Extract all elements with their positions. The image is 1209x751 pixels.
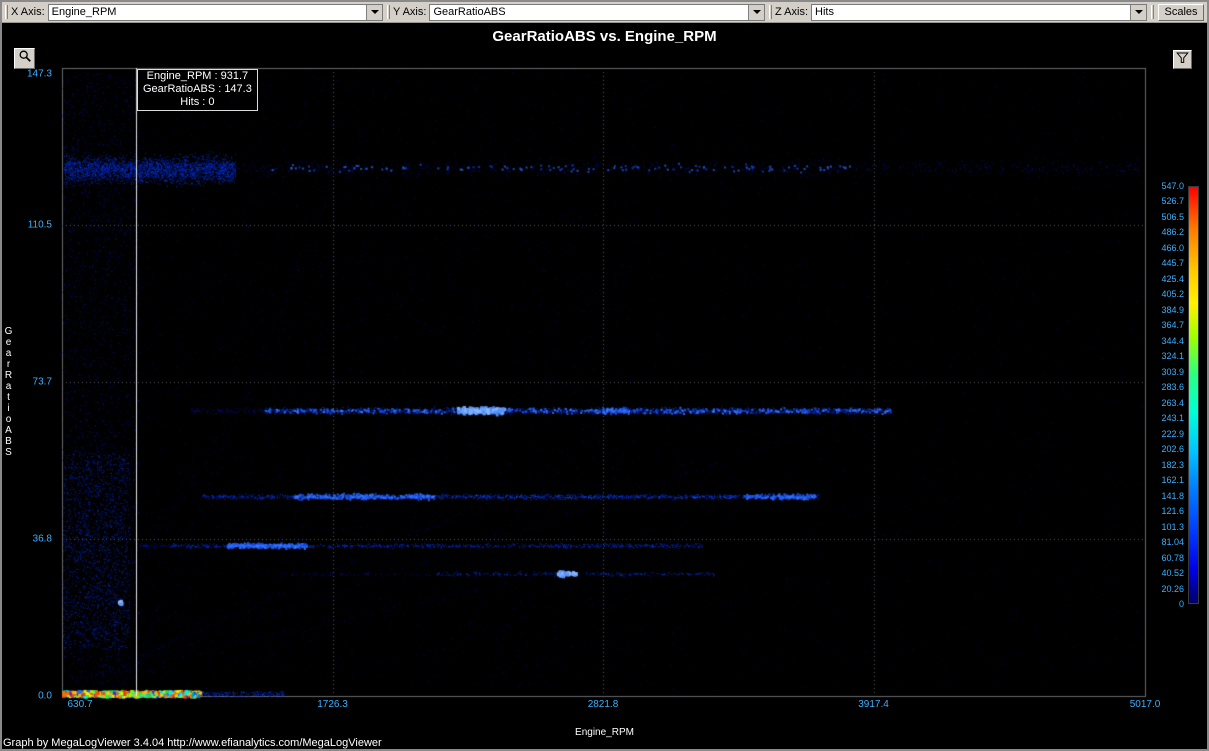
y-axis-select[interactable]: GearRatioABS (429, 4, 765, 21)
magnifier-icon (18, 49, 32, 68)
plot-canvas[interactable] (0, 0, 1209, 751)
chevron-down-icon[interactable] (366, 5, 382, 20)
megalogviewer-window: X Axis: Engine_RPM Y Axis: GearRatioABS … (0, 0, 1209, 751)
y-axis-group: Y Axis: GearRatioABS (387, 4, 765, 21)
zoom-button[interactable] (14, 48, 35, 69)
axis-toolbar: X Axis: Engine_RPM Y Axis: GearRatioABS … (2, 2, 1207, 23)
z-axis-label: Z Axis: (775, 6, 808, 18)
y-axis-value: GearRatioABS (430, 6, 748, 18)
z-axis-select[interactable]: Hits (811, 4, 1147, 21)
scales-button[interactable]: Scales (1158, 4, 1204, 21)
status-bar: Graph by MegaLogViewer 3.4.04 http://www… (3, 737, 382, 749)
tooltip-line: GearRatioABS : 147.3 (143, 83, 252, 96)
toolbar-grip (5, 5, 8, 19)
toolbar-grip (387, 5, 390, 19)
filter-button[interactable] (1173, 50, 1192, 69)
y-axis-label: Y Axis: (393, 6, 426, 18)
x-axis-select[interactable]: Engine_RPM (48, 4, 383, 21)
chart-title: GearRatioABS vs. Engine_RPM (0, 28, 1209, 45)
toolbar-grip (769, 5, 772, 19)
y-axis-title: GearRatioABS (3, 326, 14, 458)
tooltip-line: Hits : 0 (143, 96, 252, 109)
tooltip-line: Engine_RPM : 931.7 (143, 70, 252, 83)
x-axis-group: X Axis: Engine_RPM (5, 4, 383, 21)
colorbar (1188, 186, 1199, 604)
crosshair-tooltip: Engine_RPM : 931.7GearRatioABS : 147.3Hi… (137, 69, 258, 111)
z-axis-group: Z Axis: Hits (769, 4, 1147, 21)
funnel-icon (1176, 51, 1189, 69)
toolbar-grip (1151, 5, 1154, 19)
chevron-down-icon[interactable] (1130, 5, 1146, 20)
x-axis-value: Engine_RPM (49, 6, 366, 18)
chevron-down-icon[interactable] (748, 5, 764, 20)
z-axis-value: Hits (812, 6, 1130, 18)
x-axis-label: X Axis: (11, 6, 45, 18)
